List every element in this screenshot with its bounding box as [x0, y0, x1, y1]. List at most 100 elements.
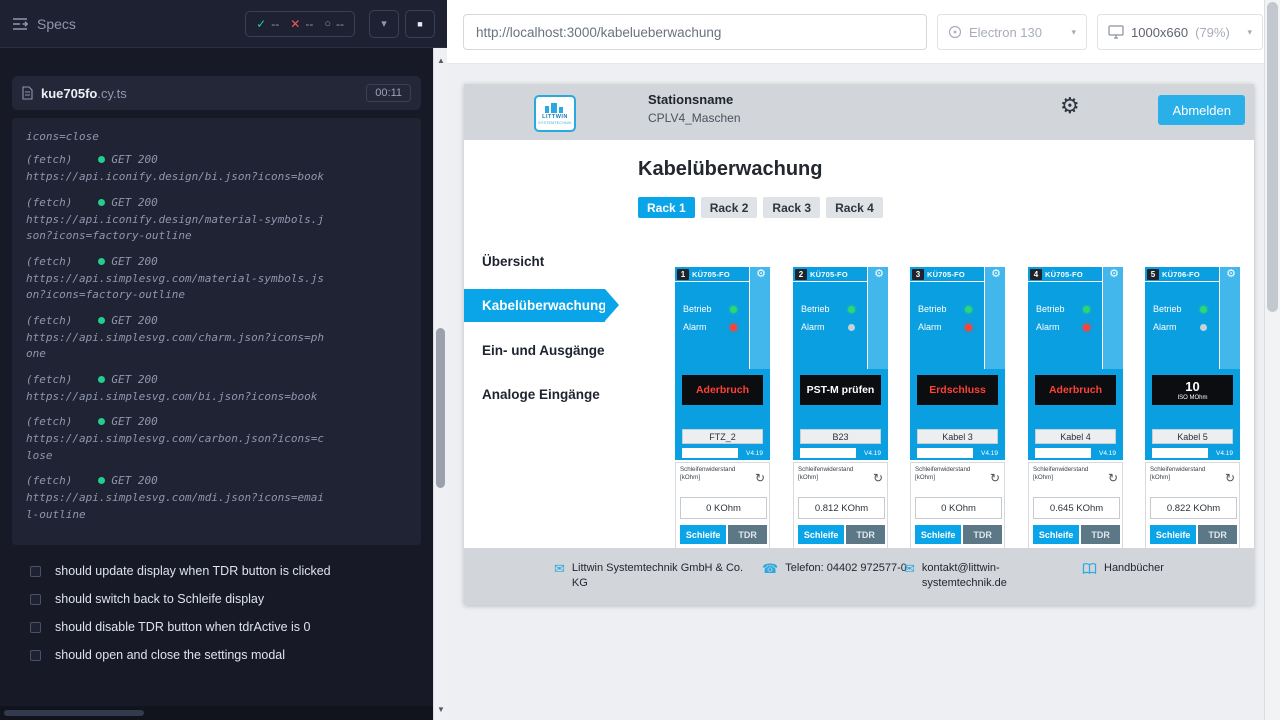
email-icon: ✉: [904, 562, 915, 575]
test-item[interactable]: should disable TDR button when tdrActive…: [12, 613, 421, 641]
fetch-log-entry[interactable]: (fetch) GET 200 https://api.simplesvg.co…: [26, 314, 407, 363]
runner-scroll-thumb[interactable]: [436, 328, 445, 488]
device-settings-icon[interactable]: ⚙: [874, 269, 884, 280]
tab-rack-3[interactable]: Rack 3: [763, 197, 820, 218]
fetch-log-entry[interactable]: (fetch) GET 200 https://api.iconify.desi…: [26, 153, 407, 186]
specs-label[interactable]: Specs: [37, 16, 76, 32]
device-number: 5: [1147, 269, 1159, 280]
alarm-label: Alarm: [801, 322, 825, 332]
measurement-label: Schleifenwiderstand [kOhm]: [1150, 466, 1218, 482]
stop-button[interactable]: ■: [405, 10, 435, 38]
device-side-strip: [749, 267, 770, 369]
sidebar-item-analoge-eingaenge[interactable]: Analoge Eingänge: [482, 387, 600, 402]
alarm-label: Alarm: [1153, 322, 1177, 332]
horizontal-scroll-thumb[interactable]: [4, 710, 144, 716]
page-scroll-thumb[interactable]: [1267, 2, 1278, 312]
status-dot: [98, 199, 105, 206]
schleife-button[interactable]: Schleife: [798, 525, 844, 544]
footer-email[interactable]: ✉ kontakt@littwin-systemtechnik.de: [904, 561, 1018, 592]
device-settings-icon[interactable]: ⚙: [1109, 269, 1119, 280]
schleife-button[interactable]: Schleife: [1033, 525, 1079, 544]
request-url: https://api.iconify.design/material-symb…: [26, 212, 326, 245]
spec-header[interactable]: kue705fo .cy.ts 00:11: [12, 76, 421, 110]
viewport-zoom: (79%): [1195, 25, 1230, 40]
viewport-selector[interactable]: 1000x660 (79%) ▾: [1097, 14, 1263, 50]
cable-name-field[interactable]: Kabel 5: [1152, 429, 1233, 444]
tdr-button[interactable]: TDR: [728, 525, 767, 544]
schleife-button[interactable]: Schleife: [1150, 525, 1196, 544]
specs-menu-icon[interactable]: [12, 18, 28, 30]
pending-count: ○ --: [324, 17, 344, 31]
browser-selector[interactable]: Electron 130 ▾: [937, 14, 1087, 50]
device-side-strip: [984, 267, 1005, 369]
page-title: Kabelüberwachung: [638, 158, 822, 181]
screen: Specs ✓ -- ✕ -- ○ -- ▾ ■: [0, 0, 1280, 720]
refresh-icon[interactable]: ↻: [1108, 472, 1118, 484]
status-dot: [98, 258, 105, 265]
logout-button[interactable]: Abmelden: [1158, 95, 1245, 125]
alarm-led: [730, 324, 737, 331]
tdr-button[interactable]: TDR: [963, 525, 1002, 544]
settings-gear-icon[interactable]: ⚙: [1060, 95, 1080, 117]
footer-manuals-link[interactable]: Handbücher: [1082, 561, 1164, 576]
fetch-log-entry[interactable]: (fetch) GET 200 https://api.simplesvg.co…: [26, 255, 407, 304]
refresh-icon[interactable]: ↻: [990, 472, 1000, 484]
refresh-icon[interactable]: ↻: [873, 472, 883, 484]
station-info: Stationsname CPLV4_Maschen: [648, 92, 741, 125]
scroll-down-arrow[interactable]: ▼: [434, 705, 448, 714]
spec-extension: .cy.ts: [97, 86, 126, 101]
fetch-log-entry[interactable]: (fetch) GET 200 https://api.simplesvg.co…: [26, 415, 407, 464]
tab-rack-4[interactable]: Rack 4: [826, 197, 883, 218]
sidebar-item-ein-und-ausgaenge[interactable]: Ein- und Ausgänge: [482, 343, 605, 358]
tab-rack-2[interactable]: Rack 2: [701, 197, 758, 218]
device-side-strip: [1102, 267, 1123, 369]
sidebar-item-uebersicht[interactable]: Übersicht: [482, 254, 544, 269]
horizontal-scrollbar[interactable]: [0, 706, 433, 720]
test-item[interactable]: should update display when TDR button is…: [12, 557, 421, 585]
device-header: 3 KÜ705-FO: [910, 267, 984, 282]
refresh-icon[interactable]: ↻: [755, 472, 765, 484]
refresh-icon[interactable]: ↻: [1225, 472, 1235, 484]
test-item[interactable]: should switch back to Schleife display: [12, 585, 421, 613]
cable-name-field[interactable]: FTZ_2: [682, 429, 763, 444]
alarm-led: [1083, 324, 1090, 331]
fetch-log-entry[interactable]: (fetch) GET 200 https://api.simplesvg.co…: [26, 373, 407, 406]
chevron-down-icon: ▾: [381, 17, 387, 30]
measurement-value: 0.645 KOhm: [1033, 497, 1120, 519]
url-input[interactable]: [463, 14, 927, 50]
test-runner-panel: Specs ✓ -- ✕ -- ○ -- ▾ ■: [0, 0, 447, 720]
failed-count: ✕ --: [290, 17, 313, 31]
footer-phone[interactable]: ☎ Telefon: 04402 972577-0: [762, 561, 907, 576]
tdr-button[interactable]: TDR: [1198, 525, 1237, 544]
tab-rack-1[interactable]: Rack 1: [638, 197, 695, 218]
page-scrollbar[interactable]: [1264, 0, 1280, 720]
test-state-icon: [30, 650, 41, 661]
collapse-button[interactable]: ▾: [369, 10, 399, 38]
device-settings-icon[interactable]: ⚙: [756, 269, 766, 280]
cable-name-field[interactable]: Kabel 3: [917, 429, 998, 444]
electron-icon: [948, 25, 962, 39]
cable-name-field[interactable]: Kabel 4: [1035, 429, 1116, 444]
fetch-log-entry[interactable]: (fetch) GET 200 https://api.simplesvg.co…: [26, 474, 407, 523]
measurement-panel: Schleifenwiderstand [kOhm] ↻ 0.812 KOhm …: [793, 462, 888, 552]
email-icon: ✉: [554, 562, 565, 575]
betrieb-led: [1200, 306, 1207, 313]
tdr-button[interactable]: TDR: [846, 525, 885, 544]
sidebar-item-kabelueberwachung[interactable]: Kabelüberwachung: [464, 289, 605, 322]
runner-scrollbar[interactable]: ▲ ▼: [433, 48, 447, 720]
test-item[interactable]: should open and close the settings modal: [12, 641, 421, 669]
fetch-log-entry[interactable]: (fetch) GET 200 https://api.iconify.desi…: [26, 196, 407, 245]
check-icon: ✓: [256, 17, 266, 31]
test-state-icon: [30, 622, 41, 633]
device-settings-icon[interactable]: ⚙: [1226, 269, 1236, 280]
schleife-button[interactable]: Schleife: [915, 525, 961, 544]
schleife-button[interactable]: Schleife: [680, 525, 726, 544]
tdr-button[interactable]: TDR: [1081, 525, 1120, 544]
measurement-panel: Schleifenwiderstand [kOhm] ↻ 0 KOhm Schl…: [675, 462, 770, 552]
device-settings-icon[interactable]: ⚙: [991, 269, 1001, 280]
firmware-version: V4.19: [864, 450, 881, 457]
cable-name-field[interactable]: B23: [800, 429, 881, 444]
request-url: https://api.simplesvg.com/material-symbo…: [26, 271, 326, 304]
scroll-up-arrow[interactable]: ▲: [434, 56, 448, 65]
version-bar: [682, 448, 738, 458]
